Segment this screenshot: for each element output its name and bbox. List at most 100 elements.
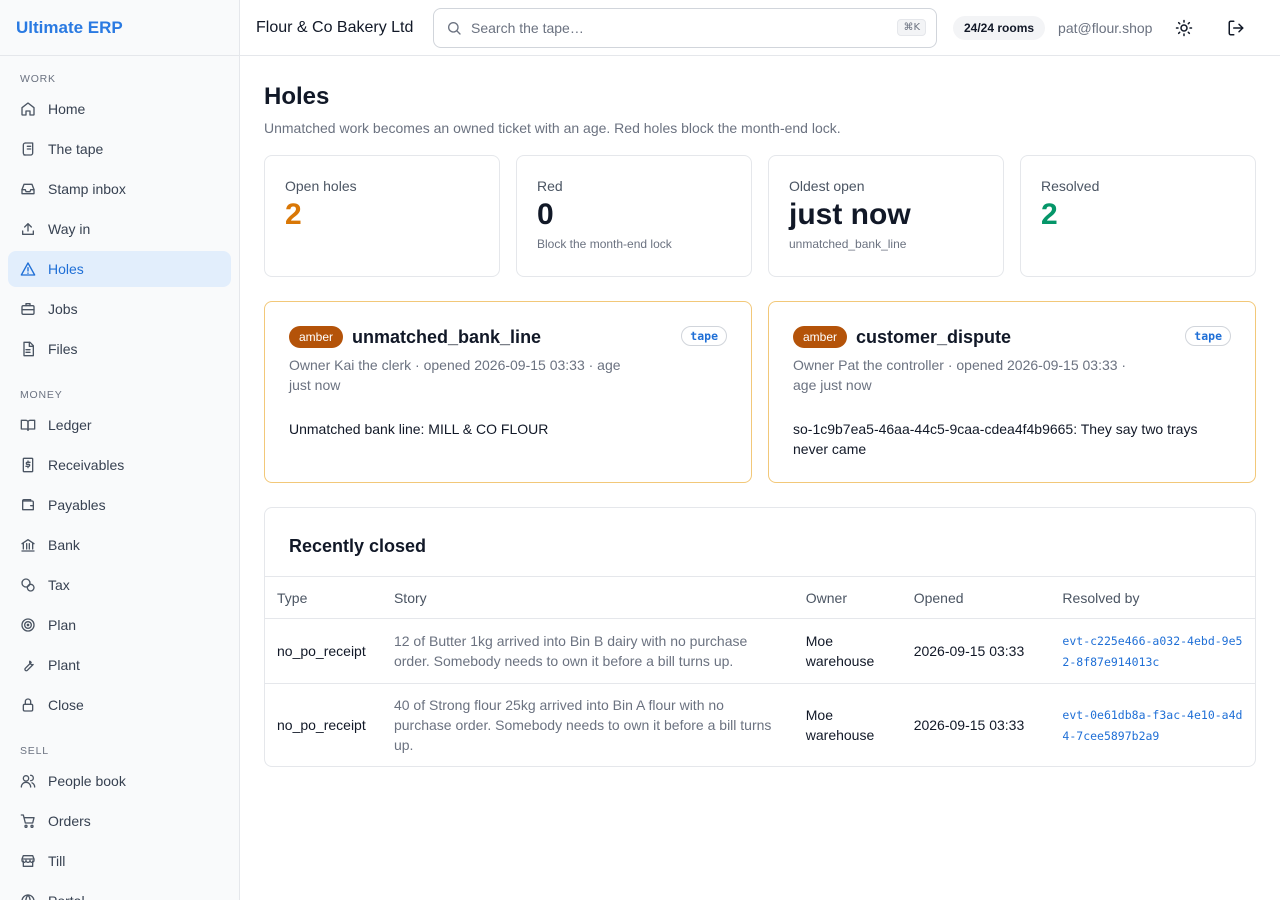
- sidebar-item-label: Payables: [48, 497, 106, 513]
- sidebar-item-ledger[interactable]: Ledger: [8, 407, 231, 443]
- brand-logo[interactable]: Ultimate ERP: [0, 0, 239, 56]
- receipt-icon: [20, 457, 36, 473]
- page-title: Holes: [264, 83, 330, 110]
- sidebar-item-people-book[interactable]: People book: [8, 763, 231, 799]
- stat-card-red: Red 0 Block the month-end lock: [516, 155, 752, 277]
- severity-badge: amber: [289, 326, 344, 348]
- sidebar-item-way-in[interactable]: Way in: [8, 211, 231, 247]
- sidebar-item-holes[interactable]: Holes: [8, 251, 231, 287]
- nav-section-sell: SELL: [20, 745, 49, 757]
- sidebar-item-close[interactable]: Close: [8, 687, 231, 723]
- coins-icon: [20, 577, 36, 593]
- sidebar-item-label: Files: [48, 341, 78, 357]
- stat-card-open-holes: Open holes 2: [264, 155, 500, 277]
- theme-toggle-button[interactable]: [1174, 18, 1194, 38]
- logout-icon: [1228, 20, 1244, 35]
- hole-description: so-1c9b7ea5-46aa-44c5-9caa-cdea4f4b9665:…: [793, 421, 1198, 457]
- sidebar-item-receivables[interactable]: Receivables: [8, 447, 231, 483]
- sidebar-item-label: People book: [48, 773, 126, 789]
- stat-value: 2: [1041, 198, 1058, 231]
- sidebar-item-label: Receivables: [48, 457, 125, 473]
- hole-description: Unmatched bank line: MILL & CO FLOUR: [289, 421, 549, 437]
- search-icon: [446, 20, 462, 36]
- user-email[interactable]: pat@flour.shop: [1058, 20, 1152, 36]
- column-header-story: Story: [381, 576, 794, 619]
- sidebar-item-label: Portal: [48, 893, 85, 900]
- column-header-type: Type: [265, 576, 382, 619]
- logout-button[interactable]: [1226, 18, 1246, 38]
- scroll-icon: [20, 141, 36, 157]
- sidebar-item-home[interactable]: Home: [8, 91, 231, 127]
- sidebar-item-label: Jobs: [48, 301, 78, 317]
- sidebar-item-label: Holes: [48, 261, 84, 277]
- sidebar-item-label: Orders: [48, 813, 91, 829]
- cell-opened: 2026-09-15 03:33: [901, 683, 1051, 766]
- event-link[interactable]: evt-0e61db8a-f3ac-4e10-a4d4-7cee5897b2a9: [1062, 708, 1242, 743]
- open-holes-list: amber unmatched_bank_line tape Owner Kai…: [264, 301, 1256, 483]
- users-icon: [20, 773, 36, 789]
- stat-note: Block the month-end lock: [537, 237, 672, 251]
- column-header-resolved-by: Resolved by: [1050, 576, 1255, 619]
- stat-label: Resolved: [1041, 178, 1100, 194]
- sidebar-item-label: Close: [48, 697, 84, 713]
- sidebar: Ultimate ERP WORK Home The tape Stamp inbo…: [0, 0, 240, 900]
- recently-closed-table: Type Story Owner Opened Resolved by no_p…: [265, 576, 1255, 766]
- nav-section-money: MONEY: [20, 389, 63, 401]
- briefcase-icon: [20, 301, 36, 317]
- stats-row: Open holes 2 Red 0 Block the month-end l…: [264, 155, 1256, 277]
- sidebar-item-plant[interactable]: Plant: [8, 647, 231, 683]
- sidebar-item-label: Plant: [48, 657, 80, 673]
- book-icon: [20, 417, 36, 433]
- column-header-owner: Owner: [793, 576, 902, 619]
- sidebar-item-payables[interactable]: Payables: [8, 487, 231, 523]
- stat-value: 2: [285, 198, 302, 231]
- source-tag[interactable]: tape: [681, 326, 727, 346]
- sidebar-item-till[interactable]: Till: [8, 843, 231, 879]
- sidebar-item-plan[interactable]: Plan: [8, 607, 231, 643]
- sidebar-item-the-tape[interactable]: The tape: [8, 131, 231, 167]
- source-tag[interactable]: tape: [1185, 326, 1231, 346]
- hole-meta: Owner Pat the controller · opened 2026-0…: [793, 357, 1127, 393]
- topbar: Flour & Co Bakery Ltd ⌘K 24/24 rooms pat…: [240, 0, 1280, 56]
- company-name[interactable]: Flour & Co Bakery Ltd: [256, 19, 433, 37]
- sidebar-item-stamp-inbox[interactable]: Stamp inbox: [8, 171, 231, 207]
- sidebar-item-portal[interactable]: Portal: [8, 883, 231, 900]
- stat-label: Oldest open: [789, 178, 865, 194]
- hole-card[interactable]: amber unmatched_bank_line tape Owner Kai…: [264, 301, 752, 483]
- sidebar-item-label: The tape: [48, 141, 104, 157]
- target-icon: [20, 617, 36, 633]
- recently-closed-title: Recently closed: [289, 536, 427, 556]
- table-header-row: Type Story Owner Opened Resolved by: [265, 576, 1255, 619]
- stat-note: unmatched_bank_line: [789, 237, 907, 251]
- sidebar-item-jobs[interactable]: Jobs: [8, 291, 231, 327]
- lock-icon: [20, 697, 36, 713]
- cell-story: 40 of Strong flour 25kg arrived into Bin…: [381, 683, 794, 766]
- main-content: Holes Unmatched work becomes an owned ti…: [264, 56, 1256, 767]
- severity-badge: amber: [793, 326, 848, 348]
- search-input[interactable]: [471, 19, 898, 36]
- hole-meta: Owner Kai the clerk · opened 2026-09-15 …: [289, 357, 621, 393]
- hole-type: unmatched_bank_line: [352, 326, 542, 347]
- search-box[interactable]: ⌘K: [433, 7, 937, 48]
- recently-closed-panel: Recently closed Type Story Owner Opened …: [264, 507, 1256, 767]
- hole-type: customer_dispute: [856, 326, 1012, 347]
- sidebar-item-bank[interactable]: Bank: [8, 527, 231, 563]
- file-icon: [20, 341, 36, 357]
- sun-icon: [1176, 19, 1193, 36]
- cell-type: no_po_receipt: [265, 683, 382, 766]
- sidebar-item-files[interactable]: Files: [8, 331, 231, 367]
- cell-type: no_po_receipt: [265, 618, 382, 684]
- hole-card[interactable]: amber customer_dispute tape Owner Pat th…: [768, 301, 1256, 483]
- cell-opened: 2026-09-15 03:33: [901, 618, 1051, 684]
- sidebar-item-label: Way in: [48, 221, 91, 237]
- sidebar-item-orders[interactable]: Orders: [8, 803, 231, 839]
- sidebar-item-label: Stamp inbox: [48, 181, 126, 197]
- sidebar-item-tax[interactable]: Tax: [8, 567, 231, 603]
- cell-resolved-by: evt-c225e466-a032-4ebd-9e52-8f87e914013c: [1050, 618, 1255, 684]
- table-row: no_po_receipt 40 of Strong flour 25kg ar…: [265, 683, 1255, 766]
- sidebar-item-label: Home: [48, 101, 86, 117]
- cell-resolved-by: evt-0e61db8a-f3ac-4e10-a4d4-7cee5897b2a9: [1050, 683, 1255, 766]
- wrench-icon: [20, 657, 36, 673]
- stat-value: just now: [789, 198, 911, 231]
- event-link[interactable]: evt-c225e466-a032-4ebd-9e52-8f87e914013c: [1062, 634, 1242, 669]
